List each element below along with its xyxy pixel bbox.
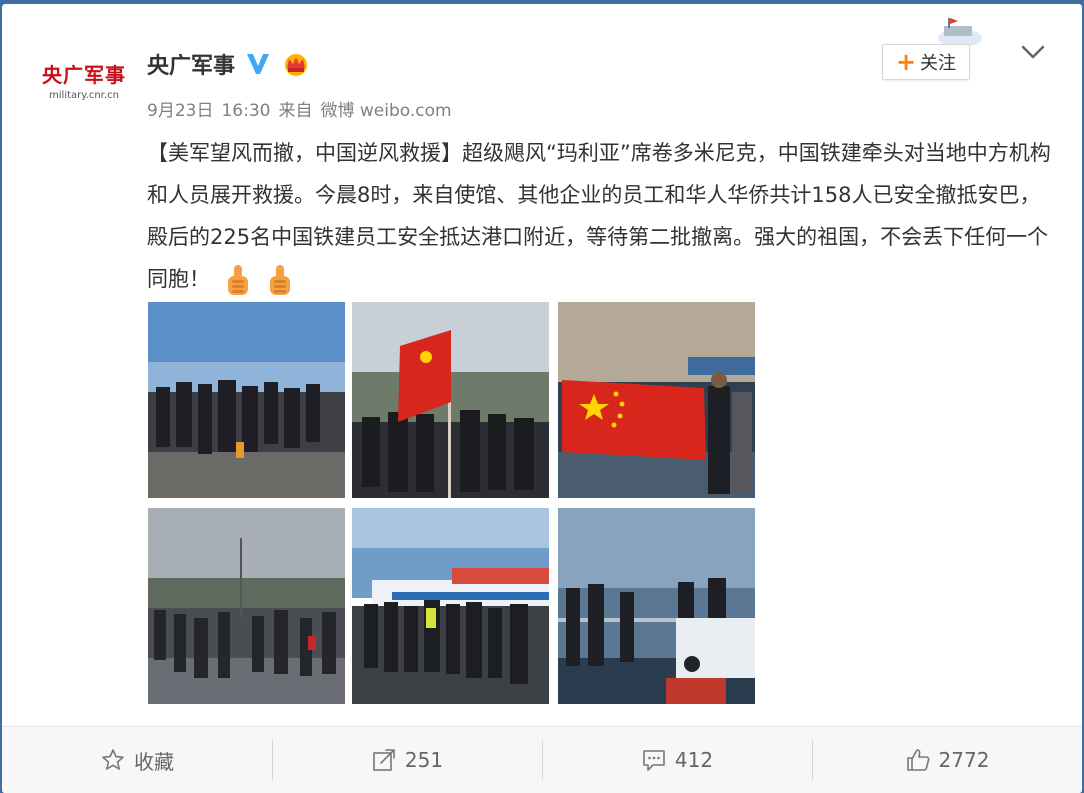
post-date[interactable]: 9月23日 (147, 101, 213, 121)
weibo-post-card: 央广军事 military.cnr.cn 央广军事 9月23日 16:30 来自 微博… (2, 4, 1082, 793)
follow-button[interactable]: + 关注 (882, 44, 970, 80)
thumbs-up-icon (227, 265, 248, 295)
photo-2[interactable] (352, 302, 549, 498)
photo-4[interactable] (148, 508, 345, 704)
like-count: 2772 (938, 748, 990, 772)
avatar-logo-text: 央广军事 (42, 63, 126, 87)
repost-count: 251 (404, 748, 444, 772)
follow-label: 关注 (920, 53, 957, 74)
photo-grid (148, 302, 758, 706)
post-time[interactable]: 16:30 (221, 101, 270, 121)
favorite-button[interactable]: 收藏 (2, 727, 272, 793)
like-icon (906, 749, 929, 771)
post-text: 【美军望风而撤，中国逆风救援】超级飓风“玛利亚”席卷多米尼克，中国铁建牵头对当地… (147, 132, 1052, 300)
photo-1[interactable] (148, 302, 345, 498)
crown-icon[interactable] (281, 51, 311, 77)
action-bar: 收藏 251 412 2772 (2, 727, 1082, 793)
chevron-down-icon[interactable] (1018, 40, 1048, 64)
verified-v-icon[interactable] (245, 51, 271, 77)
comment-count: 412 (674, 748, 714, 772)
photo-3[interactable] (558, 302, 755, 498)
follow-plus-icon: + (895, 48, 917, 76)
repost-icon (373, 749, 395, 771)
favorite-label: 收藏 (134, 749, 174, 774)
post-source[interactable]: 微博 weibo.com (320, 101, 451, 121)
avatar-logo-subtext: military.cnr.cn (49, 90, 119, 101)
name-row: 央广军事 (147, 48, 311, 80)
photo-5[interactable] (352, 508, 549, 704)
thumbs-up-icon (270, 265, 291, 295)
post-meta: 9月23日 16:30 来自 微博 weibo.com (147, 96, 460, 121)
account-name[interactable]: 央广军事 (147, 48, 235, 80)
repost-button[interactable]: 251 (272, 727, 542, 793)
follow-decoration-icon (938, 18, 982, 47)
avatar[interactable]: 央广军事 military.cnr.cn (34, 42, 134, 118)
like-button[interactable]: 2772 (812, 727, 1082, 793)
star-icon (102, 749, 124, 770)
comment-button[interactable]: 412 (542, 727, 812, 793)
comment-icon (643, 750, 665, 771)
source-prefix: 来自 (278, 101, 313, 121)
photo-6[interactable] (558, 508, 755, 704)
